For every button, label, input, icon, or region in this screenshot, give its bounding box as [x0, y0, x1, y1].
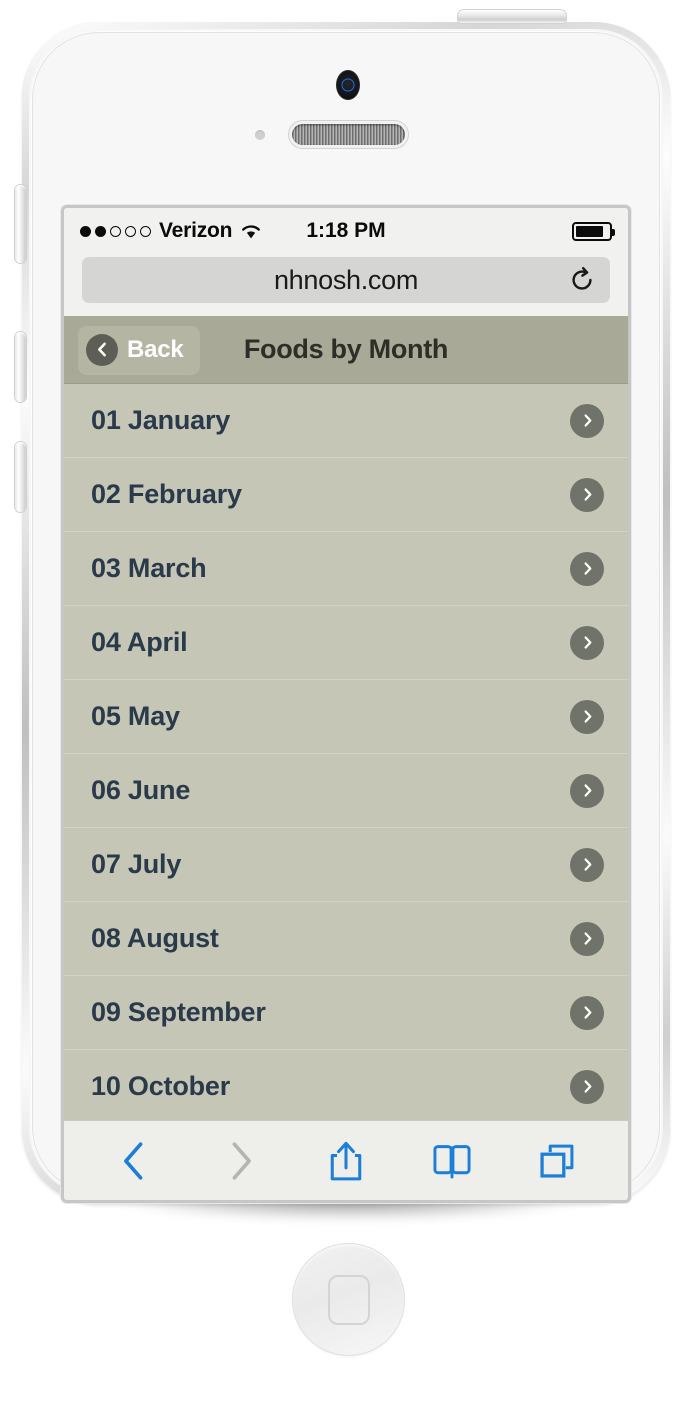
list-item[interactable]: 03 March	[64, 532, 628, 606]
chevron-right-circle-icon[interactable]	[570, 1069, 604, 1104]
browser-toolbar	[64, 1120, 628, 1200]
screenshot-stage: Verizon 1:18 PM nhnosh.com Back Foods by…	[0, 0, 690, 1422]
book-icon	[433, 1144, 471, 1178]
status-bar: Verizon 1:18 PM	[64, 208, 628, 254]
browser-back-button[interactable]	[104, 1133, 166, 1189]
list-item[interactable]: 09 September	[64, 976, 628, 1050]
list-item[interactable]: 04 April	[64, 606, 628, 680]
tabs-button[interactable]	[526, 1133, 588, 1189]
tabs-icon	[540, 1144, 574, 1178]
page-back-button[interactable]: Back	[78, 325, 200, 374]
chevron-right-circle-icon[interactable]	[570, 699, 604, 734]
list-item-label: 02 February	[91, 479, 242, 509]
page-header: Back Foods by Month	[64, 316, 628, 384]
chevron-right-circle-icon[interactable]	[570, 403, 604, 438]
list-item[interactable]: 10 October	[64, 1050, 628, 1120]
list-item-label: 03 March	[91, 553, 207, 583]
chevron-right-circle-icon[interactable]	[570, 995, 604, 1030]
chevron-right-circle-icon[interactable]	[570, 847, 604, 882]
chevron-right-circle-icon[interactable]	[570, 921, 604, 956]
home-button-icon	[327, 1274, 370, 1325]
list-item[interactable]: 01 January	[64, 384, 628, 458]
chevron-right-circle-icon[interactable]	[570, 625, 604, 660]
status-bar-right	[386, 221, 615, 241]
status-bar-left: Verizon	[80, 219, 306, 243]
chevron-right-circle-icon[interactable]	[570, 477, 604, 512]
bookmarks-button[interactable]	[421, 1133, 483, 1189]
volume-up-button[interactable]	[15, 332, 26, 402]
clock-label: 1:18 PM	[306, 219, 386, 242]
list-item[interactable]: 05 May	[64, 680, 628, 754]
share-icon	[330, 1141, 362, 1180]
list-item-label: 09 September	[91, 997, 266, 1027]
chevron-right-circle-icon[interactable]	[570, 773, 604, 808]
list-item-label: 10 October	[91, 1071, 231, 1101]
volume-down-button[interactable]	[15, 442, 26, 512]
battery-icon	[572, 221, 615, 241]
signal-strength-icon	[80, 225, 151, 237]
home-button[interactable]	[292, 1243, 405, 1356]
front-camera-icon	[336, 70, 360, 100]
ring-silent-switch[interactable]	[15, 185, 26, 263]
reload-icon[interactable]	[568, 266, 596, 294]
list-item[interactable]: 06 June	[64, 754, 628, 828]
earpiece-speaker-icon	[292, 124, 405, 145]
browser-address-bar: nhnosh.com	[64, 254, 628, 316]
carrier-label: Verizon	[159, 219, 233, 242]
wifi-icon	[242, 225, 261, 239]
list-item[interactable]: 08 August	[64, 902, 628, 976]
month-list: 01 January 02 February 03 March 04 April	[64, 384, 628, 1120]
list-item-label: 04 April	[91, 627, 188, 657]
phone-screen: Verizon 1:18 PM nhnosh.com Back Foods by…	[64, 208, 628, 1200]
share-button[interactable]	[315, 1133, 377, 1189]
list-item[interactable]: 02 February	[64, 458, 628, 532]
list-item-label: 05 May	[91, 701, 180, 731]
power-button[interactable]	[458, 10, 566, 23]
chevron-left-circle-icon	[86, 333, 118, 366]
url-text: nhnosh.com	[273, 264, 419, 295]
list-item-label: 01 January	[91, 405, 231, 435]
list-item-label: 06 June	[91, 775, 191, 805]
url-input[interactable]: nhnosh.com	[82, 257, 610, 303]
back-button-label: Back	[127, 335, 184, 363]
proximity-sensor-icon	[255, 130, 265, 140]
chevron-right-circle-icon[interactable]	[570, 551, 604, 586]
list-item-label: 07 July	[91, 849, 182, 879]
list-item[interactable]: 07 July	[64, 828, 628, 902]
browser-forward-button[interactable]	[209, 1133, 271, 1189]
list-item-label: 08 August	[91, 923, 219, 953]
